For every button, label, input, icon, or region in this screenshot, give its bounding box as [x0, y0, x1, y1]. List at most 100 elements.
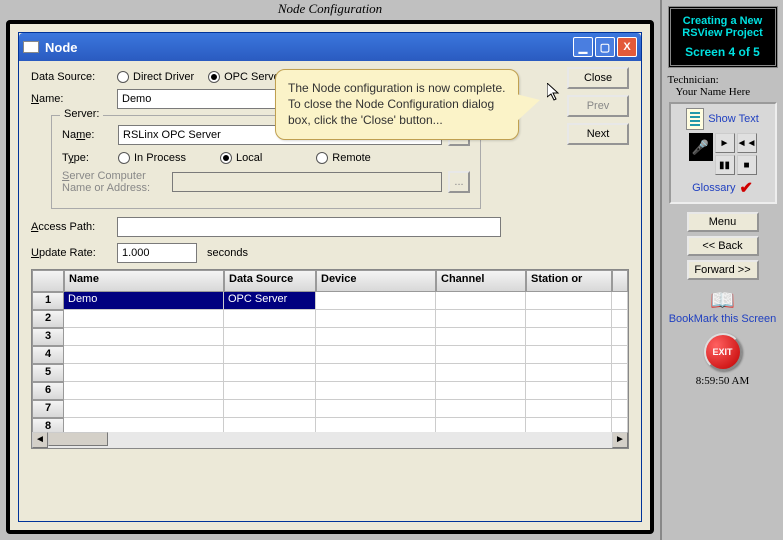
cell-datasource[interactable]: [224, 418, 316, 432]
cell-device[interactable]: [316, 292, 436, 310]
table-row[interactable]: 8: [32, 418, 628, 432]
row-number[interactable]: 5: [32, 364, 64, 382]
cell-device[interactable]: [316, 400, 436, 418]
cell-channel[interactable]: [436, 418, 526, 432]
grid-header-station[interactable]: Station or: [526, 270, 612, 292]
cell-name[interactable]: [64, 418, 224, 432]
scroll-left-button[interactable]: ◄: [32, 432, 48, 448]
nav-buttons: Menu << Back Forward >>: [687, 212, 759, 280]
cell-name[interactable]: [64, 328, 224, 346]
forward-button[interactable]: Forward >>: [687, 260, 759, 280]
cell-spacer: [612, 310, 628, 328]
row-number[interactable]: 3: [32, 328, 64, 346]
grid-header-device[interactable]: Device: [316, 270, 436, 292]
table-row[interactable]: 3: [32, 328, 628, 346]
cell-channel[interactable]: [436, 310, 526, 328]
grid-header-name[interactable]: Name: [64, 270, 224, 292]
cell-datasource[interactable]: [224, 310, 316, 328]
radio-local[interactable]: Local: [220, 152, 262, 164]
grid-header-channel[interactable]: Channel: [436, 270, 526, 292]
cell-datasource[interactable]: [224, 400, 316, 418]
bookmark-button[interactable]: 📖 BookMark this Screen: [669, 288, 777, 325]
cell-station[interactable]: [526, 346, 612, 364]
window-body: The Node configuration is now complete. …: [19, 61, 641, 521]
cell-channel[interactable]: [436, 400, 526, 418]
cell-device[interactable]: [316, 382, 436, 400]
server-addr-label: Server Computer Name or Address:: [62, 170, 172, 194]
cell-spacer: [612, 346, 628, 364]
cell-device[interactable]: [316, 418, 436, 432]
show-text-button[interactable]: Show Text: [686, 108, 759, 130]
cell-station[interactable]: [526, 400, 612, 418]
exit-button[interactable]: EXIT: [704, 333, 742, 371]
row-number[interactable]: 1: [32, 292, 64, 310]
cell-station[interactable]: [526, 310, 612, 328]
cell-device[interactable]: [316, 310, 436, 328]
pause-button[interactable]: ▮▮: [715, 155, 735, 175]
next-button[interactable]: Next: [567, 123, 629, 145]
cell-channel[interactable]: [436, 364, 526, 382]
horizontal-scrollbar[interactable]: ◄ ►: [32, 432, 628, 448]
cell-datasource[interactable]: [224, 382, 316, 400]
cell-station[interactable]: [526, 292, 612, 310]
cell-name[interactable]: [64, 310, 224, 328]
scroll-track[interactable]: [48, 432, 612, 448]
data-grid[interactable]: Name Data Source Device Channel Station …: [31, 269, 629, 449]
radio-in-process[interactable]: In Process: [118, 152, 186, 164]
access-path-input[interactable]: [117, 217, 501, 237]
table-row[interactable]: 4: [32, 346, 628, 364]
row-number[interactable]: 2: [32, 310, 64, 328]
grid-body[interactable]: 1DemoOPC Server2345678: [32, 292, 628, 432]
cell-name[interactable]: [64, 382, 224, 400]
cell-station[interactable]: [526, 328, 612, 346]
stop-button[interactable]: ■: [737, 155, 757, 175]
table-row[interactable]: 5: [32, 364, 628, 382]
row-number[interactable]: 8: [32, 418, 64, 432]
table-row[interactable]: 2: [32, 310, 628, 328]
cell-name[interactable]: [64, 346, 224, 364]
server-addr-input: [172, 172, 442, 192]
row-number[interactable]: 7: [32, 400, 64, 418]
table-row[interactable]: 7: [32, 400, 628, 418]
cell-name[interactable]: [64, 364, 224, 382]
cell-channel[interactable]: [436, 346, 526, 364]
cell-name[interactable]: [64, 400, 224, 418]
cell-name[interactable]: Demo: [64, 292, 224, 310]
cell-datasource[interactable]: [224, 364, 316, 382]
cell-channel[interactable]: [436, 328, 526, 346]
play-button[interactable]: ►: [715, 133, 735, 153]
cell-datasource[interactable]: [224, 328, 316, 346]
prev-button[interactable]: Prev: [567, 95, 629, 117]
cell-device[interactable]: [316, 346, 436, 364]
radio-direct-driver[interactable]: Direct Driver: [117, 71, 194, 83]
cell-station[interactable]: [526, 382, 612, 400]
maximize-button[interactable]: ▢: [595, 37, 615, 57]
cell-station[interactable]: [526, 364, 612, 382]
cell-datasource[interactable]: OPC Server: [224, 292, 316, 310]
cell-datasource[interactable]: [224, 346, 316, 364]
window-titlebar[interactable]: Node ▁ ▢ X: [19, 33, 641, 61]
cell-spacer: [612, 400, 628, 418]
cell-station[interactable]: [526, 418, 612, 432]
table-row[interactable]: 1DemoOPC Server: [32, 292, 628, 310]
cell-channel[interactable]: [436, 382, 526, 400]
table-row[interactable]: 6: [32, 382, 628, 400]
scroll-right-button[interactable]: ►: [612, 432, 628, 448]
update-rate-input[interactable]: [117, 243, 197, 263]
radio-opc-server[interactable]: OPC Server: [208, 71, 283, 83]
row-number[interactable]: 6: [32, 382, 64, 400]
glossary-button[interactable]: Glossary ✔: [692, 178, 753, 198]
window-close-button[interactable]: X: [617, 37, 637, 57]
menu-button[interactable]: Menu: [687, 212, 759, 232]
row-number[interactable]: 4: [32, 346, 64, 364]
rewind-button[interactable]: ◄◄: [737, 133, 757, 153]
cell-channel[interactable]: [436, 292, 526, 310]
close-button[interactable]: Close: [567, 67, 629, 89]
cell-device[interactable]: [316, 328, 436, 346]
back-button[interactable]: << Back: [687, 236, 759, 256]
minimize-button[interactable]: ▁: [573, 37, 593, 57]
radio-remote[interactable]: Remote: [316, 152, 371, 164]
cell-device[interactable]: [316, 364, 436, 382]
grid-header-datasource[interactable]: Data Source: [224, 270, 316, 292]
scroll-thumb[interactable]: [48, 432, 108, 446]
